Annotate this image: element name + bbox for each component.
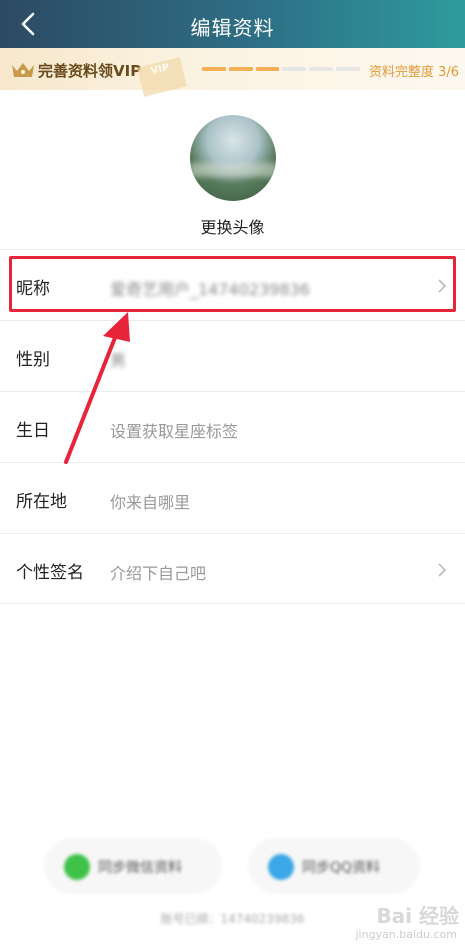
completeness-text: 资料完整度 3/6 <box>368 65 459 80</box>
progress-segment <box>228 67 253 71</box>
progress-segment <box>255 67 280 71</box>
row-gender[interactable]: 性别 男 <box>0 320 465 391</box>
sync-wechat-button[interactable]: 同步微信资料 <box>44 838 222 894</box>
watermark-sub: jingyan.baidu.com <box>355 928 457 941</box>
progress-segment <box>336 67 360 71</box>
row-birthday[interactable]: 生日 设置获取星座标签 <box>0 391 465 462</box>
progress-segment <box>282 67 307 71</box>
watermark: Bai 经验 jingyan.baidu.com <box>355 900 459 946</box>
row-nickname[interactable]: 昵称 爱奇艺用户_14740239836 <box>0 249 465 320</box>
signature-value: 介绍下自己吧 <box>110 564 207 583</box>
signature-label: 个性签名 <box>16 563 84 583</box>
chevron-right-icon <box>438 279 447 293</box>
location-value: 你来自哪里 <box>110 493 191 512</box>
sync-qq-label: 同步QQ资料 <box>302 860 381 876</box>
gender-value: 男 <box>110 351 127 370</box>
progress-segment <box>309 67 334 71</box>
progress-segment <box>202 67 226 71</box>
watermark-main: Bai 经验 <box>376 904 459 928</box>
gender-label: 性别 <box>16 350 50 370</box>
birthday-value: 设置获取星座标签 <box>110 422 239 441</box>
row-location[interactable]: 所在地 你来自哪里 <box>0 462 465 533</box>
wechat-icon <box>64 854 90 880</box>
change-avatar-button[interactable]: 更换头像 <box>0 214 465 238</box>
header: 编辑资料 <box>0 0 465 48</box>
avatar[interactable] <box>190 115 276 201</box>
page-title: 编辑资料 <box>190 16 275 40</box>
vip-promo-text: 完善资料领VIP <box>38 62 142 80</box>
nickname-value: 爱奇艺用户_14740239836 <box>110 280 310 299</box>
crown-icon <box>12 63 34 77</box>
qq-icon <box>268 854 294 880</box>
vip-tag: VIP <box>137 57 187 97</box>
birthday-label: 生日 <box>16 421 50 441</box>
profile-progress-bar <box>202 67 360 71</box>
sync-wechat-label: 同步微信资料 <box>98 860 182 876</box>
location-label: 所在地 <box>16 492 67 512</box>
nickname-label: 昵称 <box>16 279 50 299</box>
row-signature[interactable]: 个性签名 介绍下自己吧 <box>0 533 465 604</box>
sync-qq-button[interactable]: 同步QQ资料 <box>248 838 420 894</box>
chevron-right-icon <box>438 563 447 577</box>
